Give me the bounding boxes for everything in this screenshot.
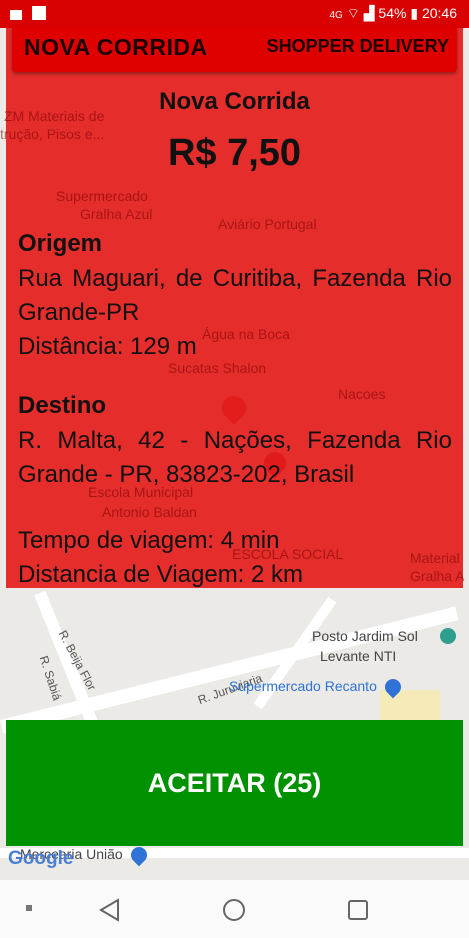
ride-price: R$ 7,50 xyxy=(167,132,302,174)
origin-distance: Distância: 129 m xyxy=(18,333,197,360)
ride-request-card: NOVA CORRIDA SHOPPER DELIVERY Nova Corri… xyxy=(6,28,463,588)
destination-title: Destino xyxy=(18,392,107,419)
menu-dot-icon[interactable] xyxy=(26,905,32,911)
navigation-bar xyxy=(0,880,469,938)
ride-header-title: NOVA CORRIDA xyxy=(24,34,208,60)
battery-icon: ▮ xyxy=(410,5,419,21)
home-icon[interactable] xyxy=(222,898,246,922)
battery-percent: 54% xyxy=(378,5,407,21)
map-poi[interactable]: Posto Jardim Sol Levante NTI xyxy=(312,626,418,666)
app-name: SHOPPER DELIVERY xyxy=(266,36,449,56)
origin-title: Origem xyxy=(18,230,103,257)
trip-time: Tempo de viagem: 4 min xyxy=(18,527,280,554)
recents-icon[interactable] xyxy=(346,898,370,922)
gas-station-icon xyxy=(440,628,456,644)
shopping-cart-icon xyxy=(127,843,150,867)
ride-header: NOVA CORRIDA SHOPPER DELIVERY xyxy=(12,28,457,72)
accept-button[interactable]: ACEITAR (25) xyxy=(6,720,463,846)
destination-address: R. Malta, 42 - Nações, Fazenda Rio Grand… xyxy=(18,427,452,488)
network-label: 4G xyxy=(329,10,343,21)
signal-icon: ▟ xyxy=(363,5,375,21)
notification-icon xyxy=(32,6,47,20)
origin-address: Rua Maguari, de Curitiba, Fazenda Rio Gr… xyxy=(18,265,452,326)
status-bar: 4G ⌔ ▟ 54% ▮ 20:46 xyxy=(0,0,469,28)
trip-distance: Distancia de Viagem: 2 km xyxy=(18,561,304,588)
card-title: Nova Corrida xyxy=(159,88,310,115)
video-call-icon xyxy=(10,10,22,20)
wifi-icon: ⌔ xyxy=(346,5,360,21)
clock: 20:46 xyxy=(421,5,457,21)
google-logo: Google xyxy=(8,848,74,869)
map-poi[interactable]: Supermercado Recanto xyxy=(229,675,405,699)
shopping-cart-icon xyxy=(381,675,405,699)
back-icon[interactable] xyxy=(98,898,122,922)
